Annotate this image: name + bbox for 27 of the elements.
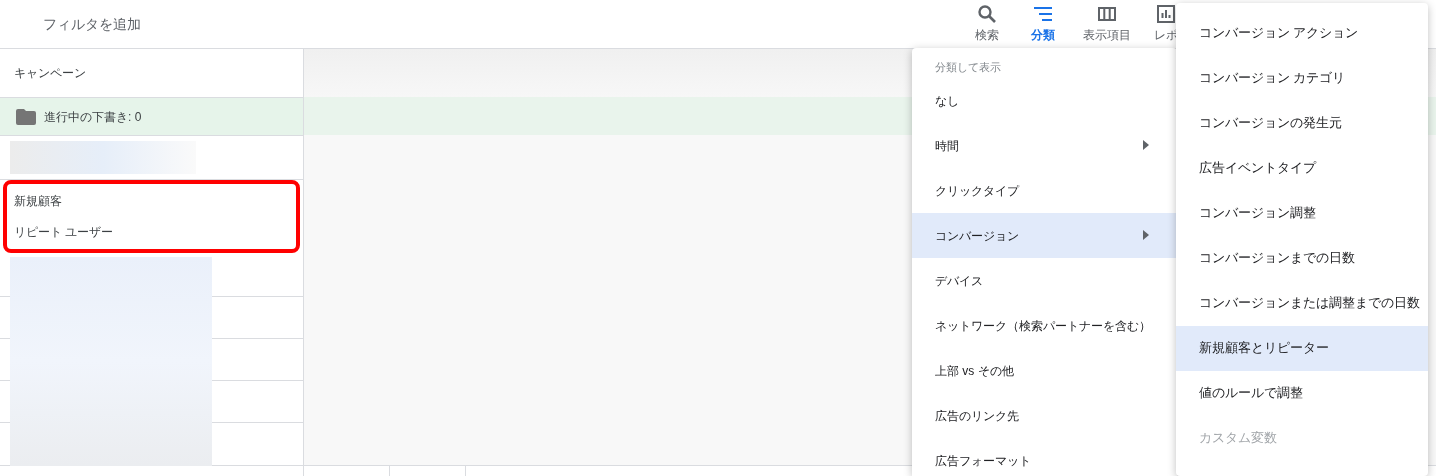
submenu-arrow-icon	[1143, 140, 1149, 150]
draft-count-label: 進行中の下書き: 0	[44, 108, 142, 126]
menu-item[interactable]: コンバージョン	[912, 213, 1177, 258]
toolbar-button[interactable]: 分類	[1012, 2, 1074, 46]
folder-icon	[16, 108, 36, 125]
submenu-item[interactable]: コンバージョンまたは調整までの日数	[1176, 281, 1428, 326]
submenu-item[interactable]: 新規顧客とリピーター	[1176, 326, 1428, 371]
segment-lines-icon	[1033, 4, 1053, 24]
toolbar-button[interactable]: 表示項目	[1074, 2, 1140, 46]
menu-item[interactable]: 広告フォーマット	[912, 438, 1177, 476]
submenu-item[interactable]: 広告イベントタイプ	[1176, 146, 1428, 191]
submenu-item[interactable]: コンバージョンの発生元	[1176, 101, 1428, 146]
menu-header: 分類して表示	[934, 59, 1002, 75]
column-header[interactable]: キャンペーン	[14, 64, 86, 82]
toolbar-button[interactable]: 検索	[962, 2, 1012, 46]
columns-icon	[1097, 4, 1117, 24]
submenu-arrow-icon	[1143, 230, 1149, 240]
segment-row-label: 新規顧客	[13, 193, 63, 211]
submenu-item[interactable]: コンバージョン カテゴリ	[1176, 56, 1428, 101]
submenu-item[interactable]: コンバージョンまでの日数	[1176, 236, 1428, 281]
submenu-item[interactable]: 値のルールで調整	[1176, 371, 1428, 416]
filter-placeholder[interactable]: フィルタを追加	[43, 13, 141, 35]
bar-chart-icon	[1156, 4, 1176, 24]
segment-row-label: リピート ユーザー	[13, 223, 115, 241]
submenu-item[interactable]: コンバージョン アクション	[1176, 11, 1428, 56]
search-icon	[977, 4, 997, 24]
submenu-item[interactable]: コンバージョン調整	[1176, 191, 1428, 236]
